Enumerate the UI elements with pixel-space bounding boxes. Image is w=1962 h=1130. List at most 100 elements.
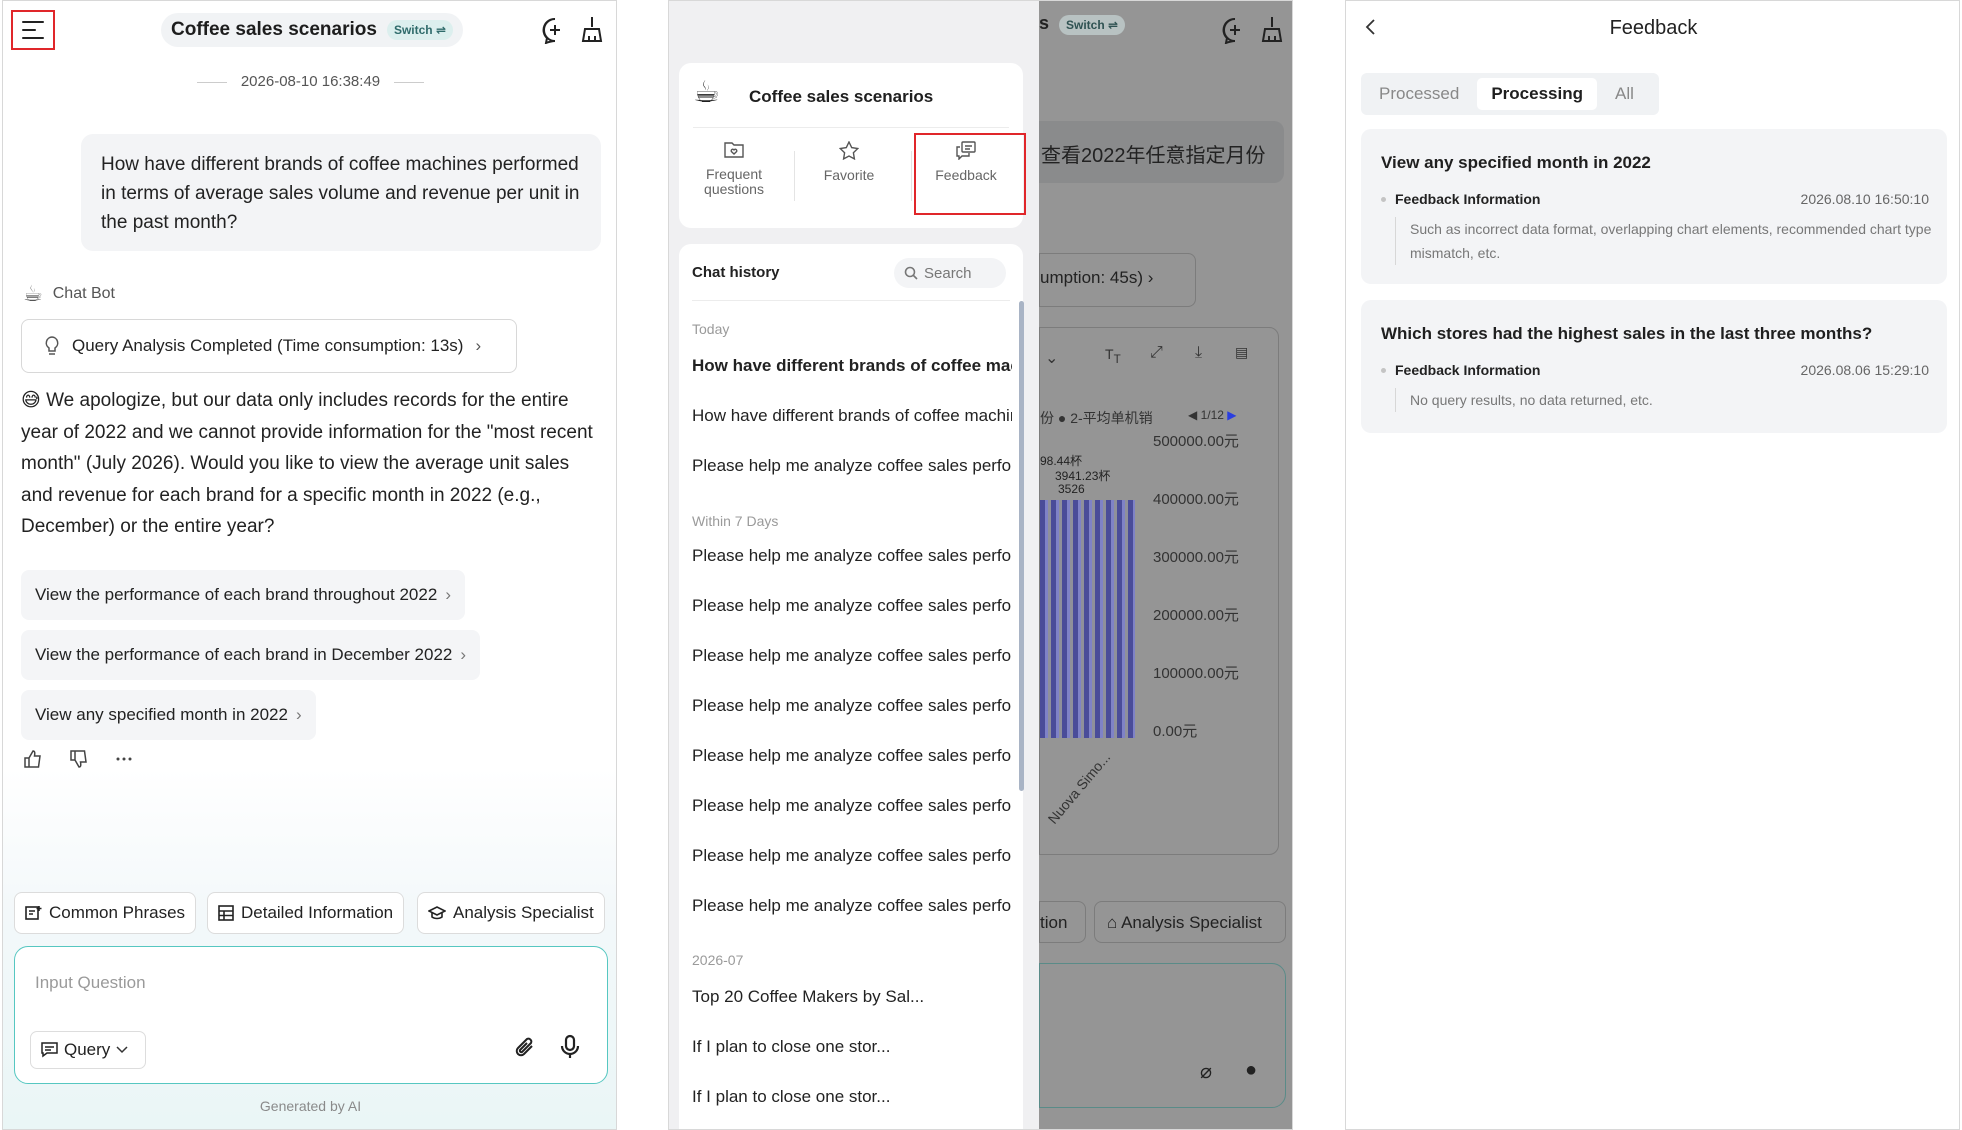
tab-processing[interactable]: Processing <box>1477 78 1597 110</box>
bg-ytick: 100000.00元 <box>1153 665 1239 682</box>
feedback-description: No query results, no data returned, etc. <box>1395 388 1935 412</box>
suggestion-text: View the performance of each brand in De… <box>35 645 453 664</box>
bg-table-icon: ▤ <box>1235 344 1249 360</box>
feedback-card[interactable]: Which stores had the highest sales in th… <box>1361 300 1947 433</box>
tab-all[interactable]: All <box>1601 78 1648 110</box>
tab-processed[interactable]: Processed <box>1365 78 1473 110</box>
section-label: Within 7 Days <box>692 513 779 529</box>
history-item[interactable]: Please help me analyze coffee sales perf… <box>692 456 1012 476</box>
clean-icon[interactable] <box>579 15 605 43</box>
chat-panel: Coffee sales scenarios Switch ⇌ 2026-08-… <box>2 0 617 1130</box>
microphone-icon[interactable] <box>560 1034 580 1060</box>
tab-label: Frequent questions <box>704 166 764 197</box>
feedback-status-tabs: Processed Processing All <box>1361 73 1659 115</box>
coffee-cup-icon: ☕ <box>693 76 720 109</box>
history-item[interactable]: Please help me analyze coffee sales perf… <box>692 696 1012 716</box>
table-icon <box>218 905 234 921</box>
menu-button[interactable] <box>11 10 55 50</box>
feedback-label: Feedback Information <box>1395 191 1541 207</box>
bg-download-icon: ⤓ <box>1195 344 1203 361</box>
bullet-icon <box>1381 368 1386 373</box>
bg-tab: ⌂ Analysis Specialist <box>1094 901 1286 943</box>
suggestion-chip[interactable]: View any specified month in 2022 › <box>21 690 316 740</box>
query-analysis-text: Query Analysis Completed (Time consumpti… <box>72 336 464 355</box>
feedback-description: Such as incorrect data format, overlappi… <box>1395 217 1935 265</box>
history-scrollbar[interactable] <box>1019 301 1024 791</box>
history-item[interactable]: Please help me analyze coffee sales perf… <box>692 646 1012 666</box>
history-item[interactable]: Please help me analyze coffee sales perf… <box>692 546 1012 566</box>
scenario-title[interactable]: Coffee sales scenarios Switch ⇌ <box>161 13 464 47</box>
suggestion-text: View any specified month in 2022 <box>35 705 288 724</box>
divider <box>692 300 1010 301</box>
history-item[interactable]: Please help me analyze coffee sales perf… <box>692 746 1012 766</box>
star-icon <box>794 141 904 160</box>
analysis-specialist-label: Analysis Specialist <box>453 903 594 922</box>
feedback-highlight <box>914 133 1026 215</box>
bg-annotation: 3526 <box>1058 482 1085 496</box>
feedback-label: Feedback Information <box>1395 362 1541 378</box>
switch-badge[interactable]: Switch ⇌ <box>386 20 454 40</box>
history-item[interactable]: Please help me analyze coffee sales perf… <box>692 796 1012 816</box>
history-item[interactable]: Please help me analyze coffee sales perf… <box>692 596 1012 616</box>
history-search[interactable]: Search <box>894 258 1006 288</box>
attachment-icon[interactable] <box>512 1035 538 1061</box>
coffee-cup-icon: ☕ <box>23 281 43 306</box>
user-question-bubble: How have different brands of coffee mach… <box>81 134 601 251</box>
generated-by-ai-note: Generated by AI <box>259 1098 362 1114</box>
message-timestamp: 2026-08-10 16:38:49 <box>3 73 616 90</box>
bg-page-text: 1/12 <box>1200 408 1224 422</box>
page-title: Feedback <box>1609 17 1698 39</box>
bg-attachment-icon: ⌀ <box>1200 1061 1213 1083</box>
new-chat-icon[interactable] <box>541 16 569 44</box>
bg-ytick: 0.00元 <box>1153 723 1198 740</box>
query-mode-select[interactable]: Query <box>30 1031 146 1069</box>
search-icon <box>904 266 918 280</box>
feedback-card[interactable]: View any specified month in 2022 Feedbac… <box>1361 129 1947 284</box>
suggestion-chip[interactable]: View the performance of each brand in De… <box>21 630 481 680</box>
history-item[interactable]: How have different brands of coffee mach… <box>692 406 1012 426</box>
bg-input: ⌀ ● <box>1039 963 1286 1108</box>
detailed-information-label: Detailed Information <box>241 903 394 922</box>
bg-microphone-icon: ● <box>1245 1059 1258 1081</box>
history-item[interactable]: Please help me analyze coffee sales perf… <box>692 846 1012 866</box>
bg-chart-card: ⌄ TT ⤢ ⤓ ▤ 份 ● 2-平均单机销 ◀ 1/12 ▶ 500000.0… <box>1039 327 1279 855</box>
history-item[interactable]: If I plan to close one stor... <box>692 1037 1012 1057</box>
question-input[interactable]: Input Question Query <box>14 946 608 1084</box>
more-icon[interactable] <box>115 756 133 762</box>
side-drawer: ☕ Coffee sales scenarios Frequent questi… <box>669 1 1039 1129</box>
history-item[interactable]: Please help me analyze coffee sales perf… <box>692 896 1012 916</box>
history-item[interactable]: Top 20 Coffee Makers by Sal... <box>692 987 1012 1007</box>
new-chat-icon <box>1221 16 1249 44</box>
suggestion-text: View the performance of each brand throu… <box>35 585 438 604</box>
feedback-question: Which stores had the highest sales in th… <box>1381 324 1873 343</box>
history-item[interactable]: How have different brands of coffee mach… <box>692 356 1012 376</box>
section-label: Today <box>692 321 730 337</box>
bot-header: ☕ Chat Bot <box>23 281 115 307</box>
chevron-right-icon: › <box>295 705 302 724</box>
tab-favorite[interactable]: Favorite <box>794 141 904 183</box>
chevron-down-icon <box>116 1046 128 1054</box>
chevron-right-icon: › <box>475 336 482 355</box>
dimmed-background[interactable]: s Switch ⇌ 查看2022年任意指定月份 umption: 45s) ›… <box>1039 1 1292 1129</box>
graduation-cap-icon <box>428 905 446 921</box>
detailed-information-button[interactable]: Detailed Information <box>207 892 405 934</box>
feedback-date: 2026.08.10 16:50:10 <box>1800 191 1929 207</box>
folder-heart-icon <box>679 141 789 159</box>
thumbs-down-icon[interactable] <box>69 749 89 769</box>
common-phrases-button[interactable]: Common Phrases <box>14 892 197 934</box>
suggestion-chip[interactable]: View the performance of each brand throu… <box>21 570 465 620</box>
bot-answer: 😅 We apologize, but our data only includ… <box>21 385 606 543</box>
query-analysis-box[interactable]: Query Analysis Completed (Time consumpti… <box>21 319 517 373</box>
divider <box>693 127 1009 128</box>
history-item[interactable]: If I plan to close one stor... <box>692 1087 1012 1107</box>
bg-chevron-down-icon: ⌄ <box>1045 350 1059 367</box>
clean-icon <box>1259 15 1285 43</box>
query-mode-label: Query <box>64 1040 111 1059</box>
tab-label: Favorite <box>823 167 875 183</box>
chevron-right-icon: › <box>460 645 467 664</box>
chat-history-label: Chat history <box>692 264 780 281</box>
sweat-smile-icon: 😅 <box>21 390 41 411</box>
tab-frequent-questions[interactable]: Frequent questions <box>679 141 789 197</box>
analysis-specialist-button[interactable]: Analysis Specialist <box>417 892 605 934</box>
thumbs-up-icon[interactable] <box>23 749 43 769</box>
